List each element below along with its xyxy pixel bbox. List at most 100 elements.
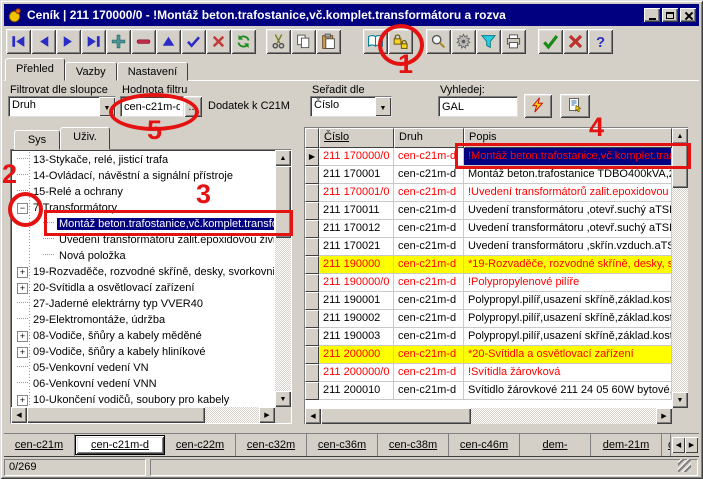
scrollbar-thumb[interactable]: [672, 144, 688, 188]
tree-item[interactable]: 27-Jaderné elektrárny typ VVER40: [13, 296, 274, 312]
prior-record-button[interactable]: [31, 29, 56, 54]
tree-expander-plus-icon[interactable]: [17, 395, 28, 406]
tab-prehled[interactable]: Přehled: [5, 58, 65, 81]
scroll-left-icon[interactable]: [305, 408, 321, 424]
dataset-tab-dem-[interactable]: dem-: [520, 434, 591, 456]
dataset-tab-cen-c22m[interactable]: cen-c22m: [165, 434, 236, 456]
filter-button[interactable]: [476, 29, 501, 54]
tree-expander-minus-icon[interactable]: [17, 203, 28, 214]
filter-column-select[interactable]: Druh: [8, 96, 116, 117]
tree-expander-plus-icon[interactable]: [17, 331, 28, 342]
sort-select[interactable]: Číslo: [310, 96, 392, 117]
grid-row[interactable]: 211 170001cen-c21m-dMontáž beton.trafost…: [305, 166, 672, 184]
column-header-druh[interactable]: Druh: [394, 128, 464, 148]
tab-nastaveni[interactable]: Nastavení: [117, 62, 189, 81]
filter-value-picker-button[interactable]: ...: [184, 96, 202, 117]
tree-horizontal-scrollbar[interactable]: [11, 407, 275, 423]
tab-uziv[interactable]: Uživ.: [60, 127, 110, 150]
dropdown-button[interactable]: [375, 97, 391, 116]
dataset-tab-cen-c21m-d[interactable]: cen-c21m-d: [75, 435, 165, 455]
first-record-button[interactable]: [6, 29, 31, 54]
grid-row[interactable]: 211 170001/0cen-c21m-d!Uvedení transform…: [305, 184, 672, 202]
tree-item[interactable]: 14-Ovládací, návěstní a signální přístro…: [13, 168, 274, 184]
grid-row[interactable]: 211 190002cen-c21m-dPolypropyl.pilíř,usa…: [305, 310, 672, 328]
next-record-button[interactable]: [56, 29, 81, 54]
tree-item[interactable]: 7-Transformátory: [13, 200, 274, 216]
tree-item[interactable]: 08-Vodiče, šňůry a kabely měděné: [13, 328, 274, 344]
grid-horizontal-scrollbar[interactable]: [305, 408, 672, 424]
tree-item[interactable]: Montáž beton.trafostanice,vč.komplet.tra…: [13, 216, 274, 232]
grid-row[interactable]: 211 200000cen-c21m-d*20-Svítidla a osvět…: [305, 346, 672, 364]
scrollbar-thumb[interactable]: [27, 407, 205, 423]
delete-record-button[interactable]: [131, 29, 156, 54]
search-execute-button[interactable]: [524, 94, 552, 118]
tree-item[interactable]: Uvedení transformátoru zalit.epoxidovou …: [13, 232, 274, 248]
help-button[interactable]: ?: [588, 29, 613, 54]
locks-button[interactable]: [388, 29, 413, 54]
tabs-scroll-right-icon[interactable]: [685, 437, 698, 453]
paste-button[interactable]: [316, 29, 341, 54]
tree-item[interactable]: 05-Venkovní vedení VN: [13, 360, 274, 376]
grid-row[interactable]: 211 170021cen-c21m-dUvedení transformáto…: [305, 238, 672, 256]
confirm-button[interactable]: [538, 29, 563, 54]
scroll-down-icon[interactable]: [672, 392, 688, 408]
copy-button[interactable]: [291, 29, 316, 54]
tree-item[interactable]: 19-Rozvaděče, rozvodné skříně, desky, sv…: [13, 264, 274, 280]
maximize-button[interactable]: [662, 8, 678, 22]
scroll-up-icon[interactable]: [275, 150, 291, 166]
column-header-číslo[interactable]: Číslo: [319, 128, 394, 148]
tree-expander-plus-icon[interactable]: [17, 347, 28, 358]
grid-row[interactable]: 211 200010cen-c21m-dSvítidlo žárovkové 2…: [305, 382, 672, 400]
scroll-down-icon[interactable]: [275, 391, 291, 407]
scroll-right-icon[interactable]: [259, 407, 275, 423]
tab-vazby[interactable]: Vazby: [65, 62, 117, 81]
dropdown-button[interactable]: [99, 97, 115, 116]
dataset-tab-cen-c36m[interactable]: cen-c36m: [307, 434, 378, 456]
grid-row[interactable]: 211 190000/0cen-c21m-d!Polypropylenové p…: [305, 274, 672, 292]
grid-vertical-scrollbar[interactable]: [672, 128, 688, 408]
filter-value-input[interactable]: [120, 96, 184, 117]
search-button[interactable]: [426, 29, 451, 54]
tree-item[interactable]: 13-Stykače, relé, jisticí trafa: [13, 152, 274, 168]
scroll-right-icon[interactable]: [656, 408, 672, 424]
tree-item[interactable]: 15-Relé a ochrany: [13, 184, 274, 200]
grid-row[interactable]: 211 190000cen-c21m-d*19-Rozvaděče, rozvo…: [305, 256, 672, 274]
scrollbar-thumb[interactable]: [321, 408, 471, 424]
scroll-up-icon[interactable]: [672, 128, 688, 144]
tree-item[interactable]: 20-Svítidla a osvětlovací zařízení: [13, 280, 274, 296]
grid-row[interactable]: 211 190001cen-c21m-dPolypropyl.pilíř,usa…: [305, 292, 672, 310]
dataset-tab-de[interactable]: de: [662, 434, 671, 456]
resize-grip[interactable]: [678, 459, 691, 472]
insert-record-button[interactable]: [106, 29, 131, 54]
tree-vertical-scrollbar[interactable]: [275, 150, 291, 407]
tree-expander-plus-icon[interactable]: [17, 283, 28, 294]
tree-item[interactable]: 29-Elektromontáže, údržba: [13, 312, 274, 328]
search-input[interactable]: [438, 96, 518, 117]
minimize-button[interactable]: [644, 8, 660, 22]
tree-item[interactable]: 09-Vodiče, šňůry a kabely hliníkové: [13, 344, 274, 360]
grid-row[interactable]: 211 170012cen-c21m-dUvedení transformáto…: [305, 220, 672, 238]
book-button[interactable]: [363, 29, 388, 54]
grid-row[interactable]: 211 170011cen-c21m-dUvedení transformáto…: [305, 202, 672, 220]
cut-button[interactable]: [266, 29, 291, 54]
tree-item[interactable]: 10-Ukončení vodičů, soubory pro kabely: [13, 392, 274, 406]
post-edit-button[interactable]: [181, 29, 206, 54]
print-button[interactable]: [501, 29, 526, 54]
cancel-edit-button[interactable]: [206, 29, 231, 54]
settings-button[interactable]: [451, 29, 476, 54]
tree-item[interactable]: Nová položka: [13, 248, 274, 264]
cancel-button[interactable]: [563, 29, 588, 54]
grid-row[interactable]: 211 200000/0cen-c21m-d!Svítidla žárovkov…: [305, 364, 672, 382]
edit-record-button[interactable]: [156, 29, 181, 54]
dataset-tab-cen-c46m[interactable]: cen-c46m: [449, 434, 520, 456]
tab-sys[interactable]: Sys: [14, 130, 60, 150]
scroll-left-icon[interactable]: [11, 407, 27, 423]
tree-item[interactable]: 06-Venkovní vedení VNN: [13, 376, 274, 392]
grid-row[interactable]: 211 190003cen-c21m-dPolypropyl.pilíř,usa…: [305, 328, 672, 346]
grid-row[interactable]: 211 170000/0cen-c21m-d!Montáž beton.traf…: [305, 148, 672, 166]
column-header-popis[interactable]: Popis: [464, 128, 672, 148]
tabs-scroll-left-icon[interactable]: [672, 437, 685, 453]
dataset-tab-dem-21m[interactable]: dem-21m: [591, 434, 662, 456]
refresh-button[interactable]: [231, 29, 256, 54]
dataset-tab-cen-c21m[interactable]: cen-c21m: [4, 434, 75, 456]
